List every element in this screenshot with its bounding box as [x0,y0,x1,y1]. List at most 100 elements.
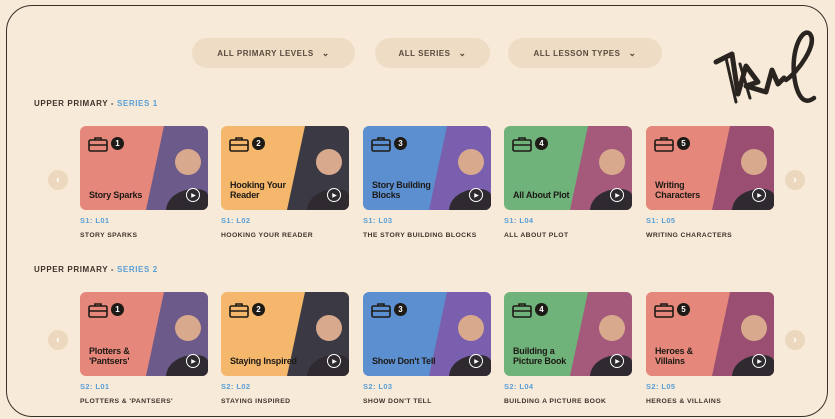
lesson-name[interactable]: THE STORY BUILDING BLOCKS [363,232,491,239]
filter-label: ALL SERIES [398,48,451,58]
lesson-thumbnail[interactable]: 5 Writing Characters ▶ [646,126,774,210]
lesson-name[interactable]: HOOKING YOUR READER [221,232,349,239]
lesson-thumbnail[interactable]: 5 Heroes & Villains ▶ [646,292,774,376]
lesson-card[interactable]: 1 Plotters & 'Pantsers' ▶ S2: L01 PLOTTE… [80,292,208,405]
section-title-series-1: UPPER PRIMARY - SERIES 1 [34,99,158,108]
lesson-code: S2: L04 [504,382,534,391]
play-icon[interactable]: ▶ [186,354,200,368]
chevron-right-icon: › [793,174,797,186]
filter-series[interactable]: ALL SERIES ⌄ [375,38,490,68]
lesson-code: S2: L05 [646,382,676,391]
chevron-down-icon: ⌄ [458,47,467,58]
lesson-number: 4 [535,137,548,150]
lesson-thumbnail[interactable]: 4 All About Plot ▶ [504,126,632,210]
play-icon[interactable]: ▶ [186,188,200,202]
lesson-code: S1: L03 [363,216,393,225]
lesson-card[interactable]: 1 Story Sparks ▶ S1: L01 STORY SPARKS [80,126,208,239]
briefcase-icon [371,303,391,318]
lesson-number: 1 [111,303,124,316]
lesson-code: S1: L05 [646,216,676,225]
section-level: UPPER PRIMARY - [34,265,115,274]
lesson-thumbnail[interactable]: 1 Story Sparks ▶ [80,126,208,210]
lesson-thumbnail[interactable]: 2 Staying Inspired ▶ [221,292,349,376]
lesson-card[interactable]: 4 Building a Picture Book ▶ S2: L04 BUIL… [504,292,632,405]
chevron-down-icon: ⌄ [321,47,330,58]
lesson-number: 2 [252,137,265,150]
section-series-link[interactable]: SERIES 1 [117,99,158,108]
briefcase-icon [229,303,249,318]
lesson-code: S1: L04 [504,216,534,225]
play-icon[interactable]: ▶ [469,354,483,368]
lesson-code: S1: L01 [80,216,110,225]
lesson-name[interactable]: BUILDING A PICTURE BOOK [504,398,632,405]
briefcase-icon [512,303,532,318]
lesson-name[interactable]: STORY SPARKS [80,232,208,239]
lesson-thumb-title: All About Plot [513,190,570,200]
lesson-thumbnail[interactable]: 3 Show Don't Tell ▶ [363,292,491,376]
lesson-thumb-title: Story Sparks [89,190,143,200]
chevron-left-icon: ‹ [56,174,60,186]
briefcase-icon [512,137,532,152]
scribble-logo [713,30,817,104]
briefcase-icon [654,303,674,318]
lesson-code: S2: L01 [80,382,110,391]
lesson-code: S2: L03 [363,382,393,391]
lesson-number: 3 [394,303,407,316]
lesson-thumb-title: Writing Characters [655,180,701,200]
play-icon[interactable]: ▶ [752,354,766,368]
lesson-thumbnail[interactable]: 2 Hooking Your Reader ▶ [221,126,349,210]
lesson-number: 1 [111,137,124,150]
lesson-card[interactable]: 3 Show Don't Tell ▶ S2: L03 SHOW DON'T T… [363,292,491,405]
lesson-thumb-title: Show Don't Tell [372,356,436,366]
filter-label: ALL LESSON TYPES [533,48,621,58]
lesson-name[interactable]: SHOW DON'T TELL [363,398,491,405]
lesson-card[interactable]: 2 Hooking Your Reader ▶ S1: L02 HOOKING … [221,126,349,239]
lesson-thumbnail[interactable]: 1 Plotters & 'Pantsers' ▶ [80,292,208,376]
lesson-card[interactable]: 2 Staying Inspired ▶ S2: L02 STAYING INS… [221,292,349,405]
section-series-link[interactable]: SERIES 2 [117,265,158,274]
lesson-number: 4 [535,303,548,316]
lesson-card[interactable]: 5 Heroes & Villains ▶ S2: L05 HEROES & V… [646,292,774,405]
section-level: UPPER PRIMARY - [34,99,115,108]
lesson-number: 5 [677,303,690,316]
briefcase-icon [88,303,108,318]
lesson-card[interactable]: 3 Story Building Blocks ▶ S1: L03 THE ST… [363,126,491,239]
lesson-code: S2: L02 [221,382,251,391]
play-icon[interactable]: ▶ [610,354,624,368]
lesson-name[interactable]: ALL ABOUT PLOT [504,232,632,239]
play-icon[interactable]: ▶ [327,188,341,202]
play-icon[interactable]: ▶ [469,188,483,202]
lesson-thumb-title: Plotters & 'Pantsers' [89,346,130,366]
filter-lesson-types[interactable]: ALL LESSON TYPES ⌄ [508,38,662,68]
chevron-down-icon: ⌄ [628,47,637,58]
lesson-thumb-title: Staying Inspired [230,356,297,366]
lesson-name[interactable]: PLOTTERS & 'PANTSERS' [80,398,208,405]
lesson-name[interactable]: HEROES & VILLAINS [646,398,774,405]
briefcase-icon [371,137,391,152]
lesson-number: 3 [394,137,407,150]
lesson-card[interactable]: 4 All About Plot ▶ S1: L04 ALL ABOUT PLO… [504,126,632,239]
carousel-prev-button[interactable]: ‹ [48,330,68,350]
lesson-thumb-title: Building a Picture Book [513,346,567,366]
play-icon[interactable]: ▶ [752,188,766,202]
lesson-number: 5 [677,137,690,150]
chevron-right-icon: › [793,334,797,346]
lesson-thumbnail[interactable]: 4 Building a Picture Book ▶ [504,292,632,376]
carousel-prev-button[interactable]: ‹ [48,170,68,190]
lesson-name[interactable]: STAYING INSPIRED [221,398,349,405]
filter-label: ALL PRIMARY LEVELS [217,48,314,58]
briefcase-icon [654,137,674,152]
briefcase-icon [88,137,108,152]
play-icon[interactable]: ▶ [327,354,341,368]
carousel-next-button[interactable]: › [785,170,805,190]
lesson-code: S1: L02 [221,216,251,225]
lesson-name[interactable]: WRITING CHARACTERS [646,232,774,239]
carousel-next-button[interactable]: › [785,330,805,350]
lesson-thumb-title: Hooking Your Reader [230,180,286,200]
lesson-thumb-title: Story Building Blocks [372,180,431,200]
lesson-thumbnail[interactable]: 3 Story Building Blocks ▶ [363,126,491,210]
filter-primary-levels[interactable]: ALL PRIMARY LEVELS ⌄ [192,38,355,68]
briefcase-icon [229,137,249,152]
play-icon[interactable]: ▶ [610,188,624,202]
lesson-card[interactable]: 5 Writing Characters ▶ S1: L05 WRITING C… [646,126,774,239]
